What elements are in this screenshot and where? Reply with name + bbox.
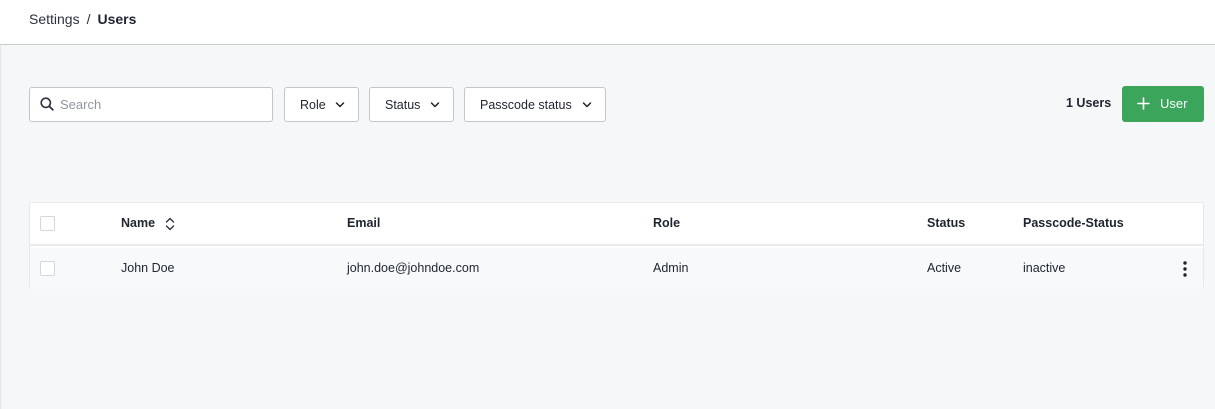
content-left-border <box>0 45 1 409</box>
breadcrumb: Settings / Users <box>29 11 136 27</box>
table-row[interactable]: John Doe john.doe@johndoe.com Admin Acti… <box>30 248 1203 289</box>
column-header-role: Role <box>653 216 681 230</box>
search-input[interactable] <box>60 88 265 121</box>
search-icon <box>40 97 54 111</box>
role-filter-label: Role <box>300 97 326 112</box>
users-table: Name Email Role Status Passcode-Status J… <box>29 202 1204 289</box>
column-header-email: Email <box>347 216 381 230</box>
breadcrumb-current-page: Users <box>97 11 137 27</box>
status-filter-label: Status <box>385 97 421 112</box>
chevron-down-icon <box>582 102 592 108</box>
role-filter-dropdown[interactable]: Role <box>284 87 359 122</box>
sort-icon[interactable] <box>165 217 175 231</box>
cell-passcode-status: inactive <box>1023 261 1066 275</box>
status-filter-dropdown[interactable]: Status <box>369 87 454 122</box>
cell-role: Admin <box>653 261 689 275</box>
row-select-checkbox[interactable] <box>40 261 55 276</box>
cell-name: John Doe <box>121 261 175 275</box>
add-user-label: User <box>1160 96 1188 111</box>
select-all-checkbox[interactable] <box>40 216 55 231</box>
column-header-status: Status <box>927 216 966 230</box>
breadcrumb-separator: / <box>86 11 91 27</box>
column-header-passcode-status: Passcode-Status <box>1023 216 1124 230</box>
cell-status: Active <box>927 261 962 275</box>
cell-email: john.doe@johndoe.com <box>347 261 480 275</box>
table-header: Name Email Role Status Passcode-Status <box>30 203 1203 246</box>
column-header-name[interactable]: Name <box>121 216 155 230</box>
add-user-button[interactable]: User <box>1122 86 1204 122</box>
chevron-down-icon <box>430 102 440 108</box>
top-bar: Settings / Users <box>0 0 1215 45</box>
plus-icon <box>1137 97 1150 110</box>
chevron-down-icon <box>335 102 345 108</box>
passcode-status-filter-dropdown[interactable]: Passcode status <box>464 87 606 122</box>
more-vertical-icon[interactable] <box>1180 260 1190 278</box>
search-box[interactable] <box>29 87 273 122</box>
breadcrumb-settings-link[interactable]: Settings <box>29 11 80 27</box>
passcode-status-filter-label: Passcode status <box>480 97 572 112</box>
user-count: 1 Users <box>1066 96 1112 110</box>
